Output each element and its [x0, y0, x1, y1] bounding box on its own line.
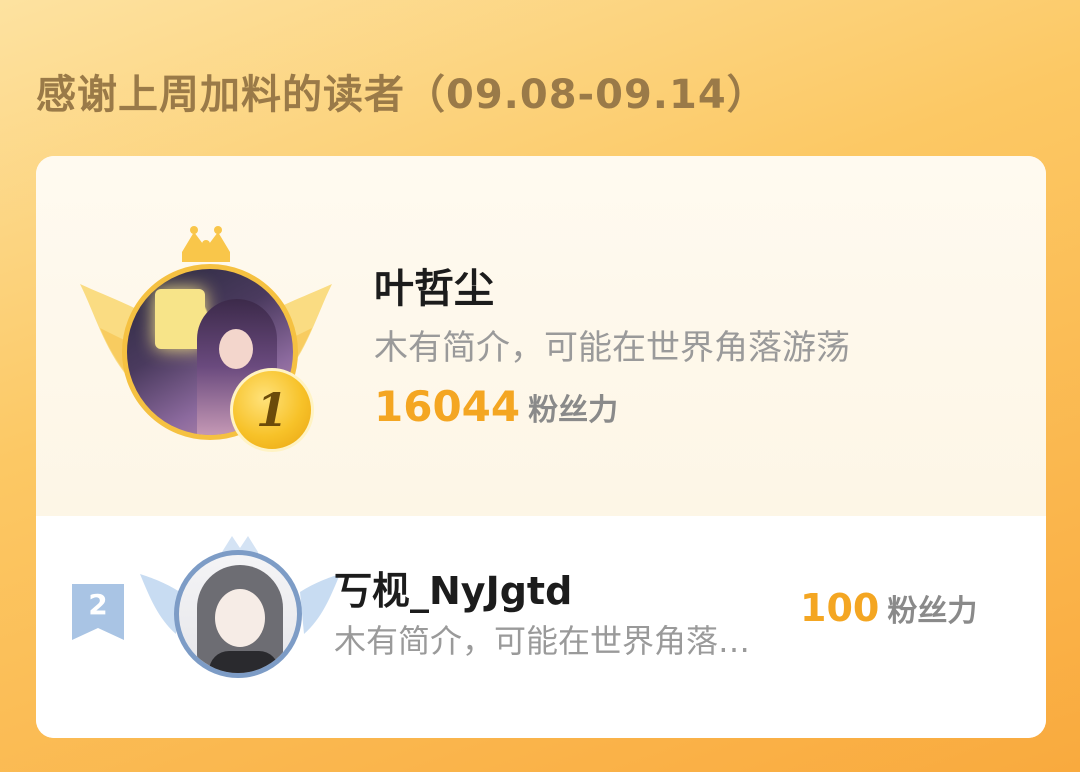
reader-ranking-card: 1 叶哲尘 木有简介，可能在世界角落游荡 16044 粉丝力 2 丂枧_NyJgt… — [36, 156, 1046, 738]
fans-power-unit: 粉丝力 — [887, 594, 978, 629]
body-image-part — [209, 651, 279, 673]
fans-power-value: 16044 — [374, 382, 521, 431]
reader-bio: 木有简介，可能在世界角落游荡 — [374, 328, 850, 368]
reader-name[interactable]: 丂枧_NyJgtd — [334, 560, 572, 615]
reader-row-2[interactable]: 2 丂枧_NyJgtd 木有简介，可能在世界角落游荡 100 粉丝力 — [36, 516, 1046, 738]
fans-power: 100 粉丝力 — [800, 586, 977, 630]
page-title: 感谢上周加料的读者（09.08-09.14） — [36, 72, 768, 118]
rank-number: 2 — [88, 588, 108, 621]
fans-power-unit: 粉丝力 — [528, 392, 619, 428]
reader-name[interactable]: 叶哲尘 — [374, 256, 494, 314]
avatar[interactable] — [174, 550, 302, 678]
fans-power: 16044 粉丝力 — [374, 382, 618, 431]
reader-row-1[interactable]: 1 叶哲尘 木有简介，可能在世界角落游荡 16044 粉丝力 — [36, 156, 1046, 516]
face-image-part — [219, 329, 253, 369]
rank-badge-gold: 1 — [230, 368, 314, 452]
rank-flag-silver: 2 — [72, 584, 124, 644]
reader-bio: 木有简介，可能在世界角落游荡 — [334, 622, 774, 660]
face-image-part — [215, 589, 265, 647]
fans-power-value: 100 — [800, 586, 880, 630]
